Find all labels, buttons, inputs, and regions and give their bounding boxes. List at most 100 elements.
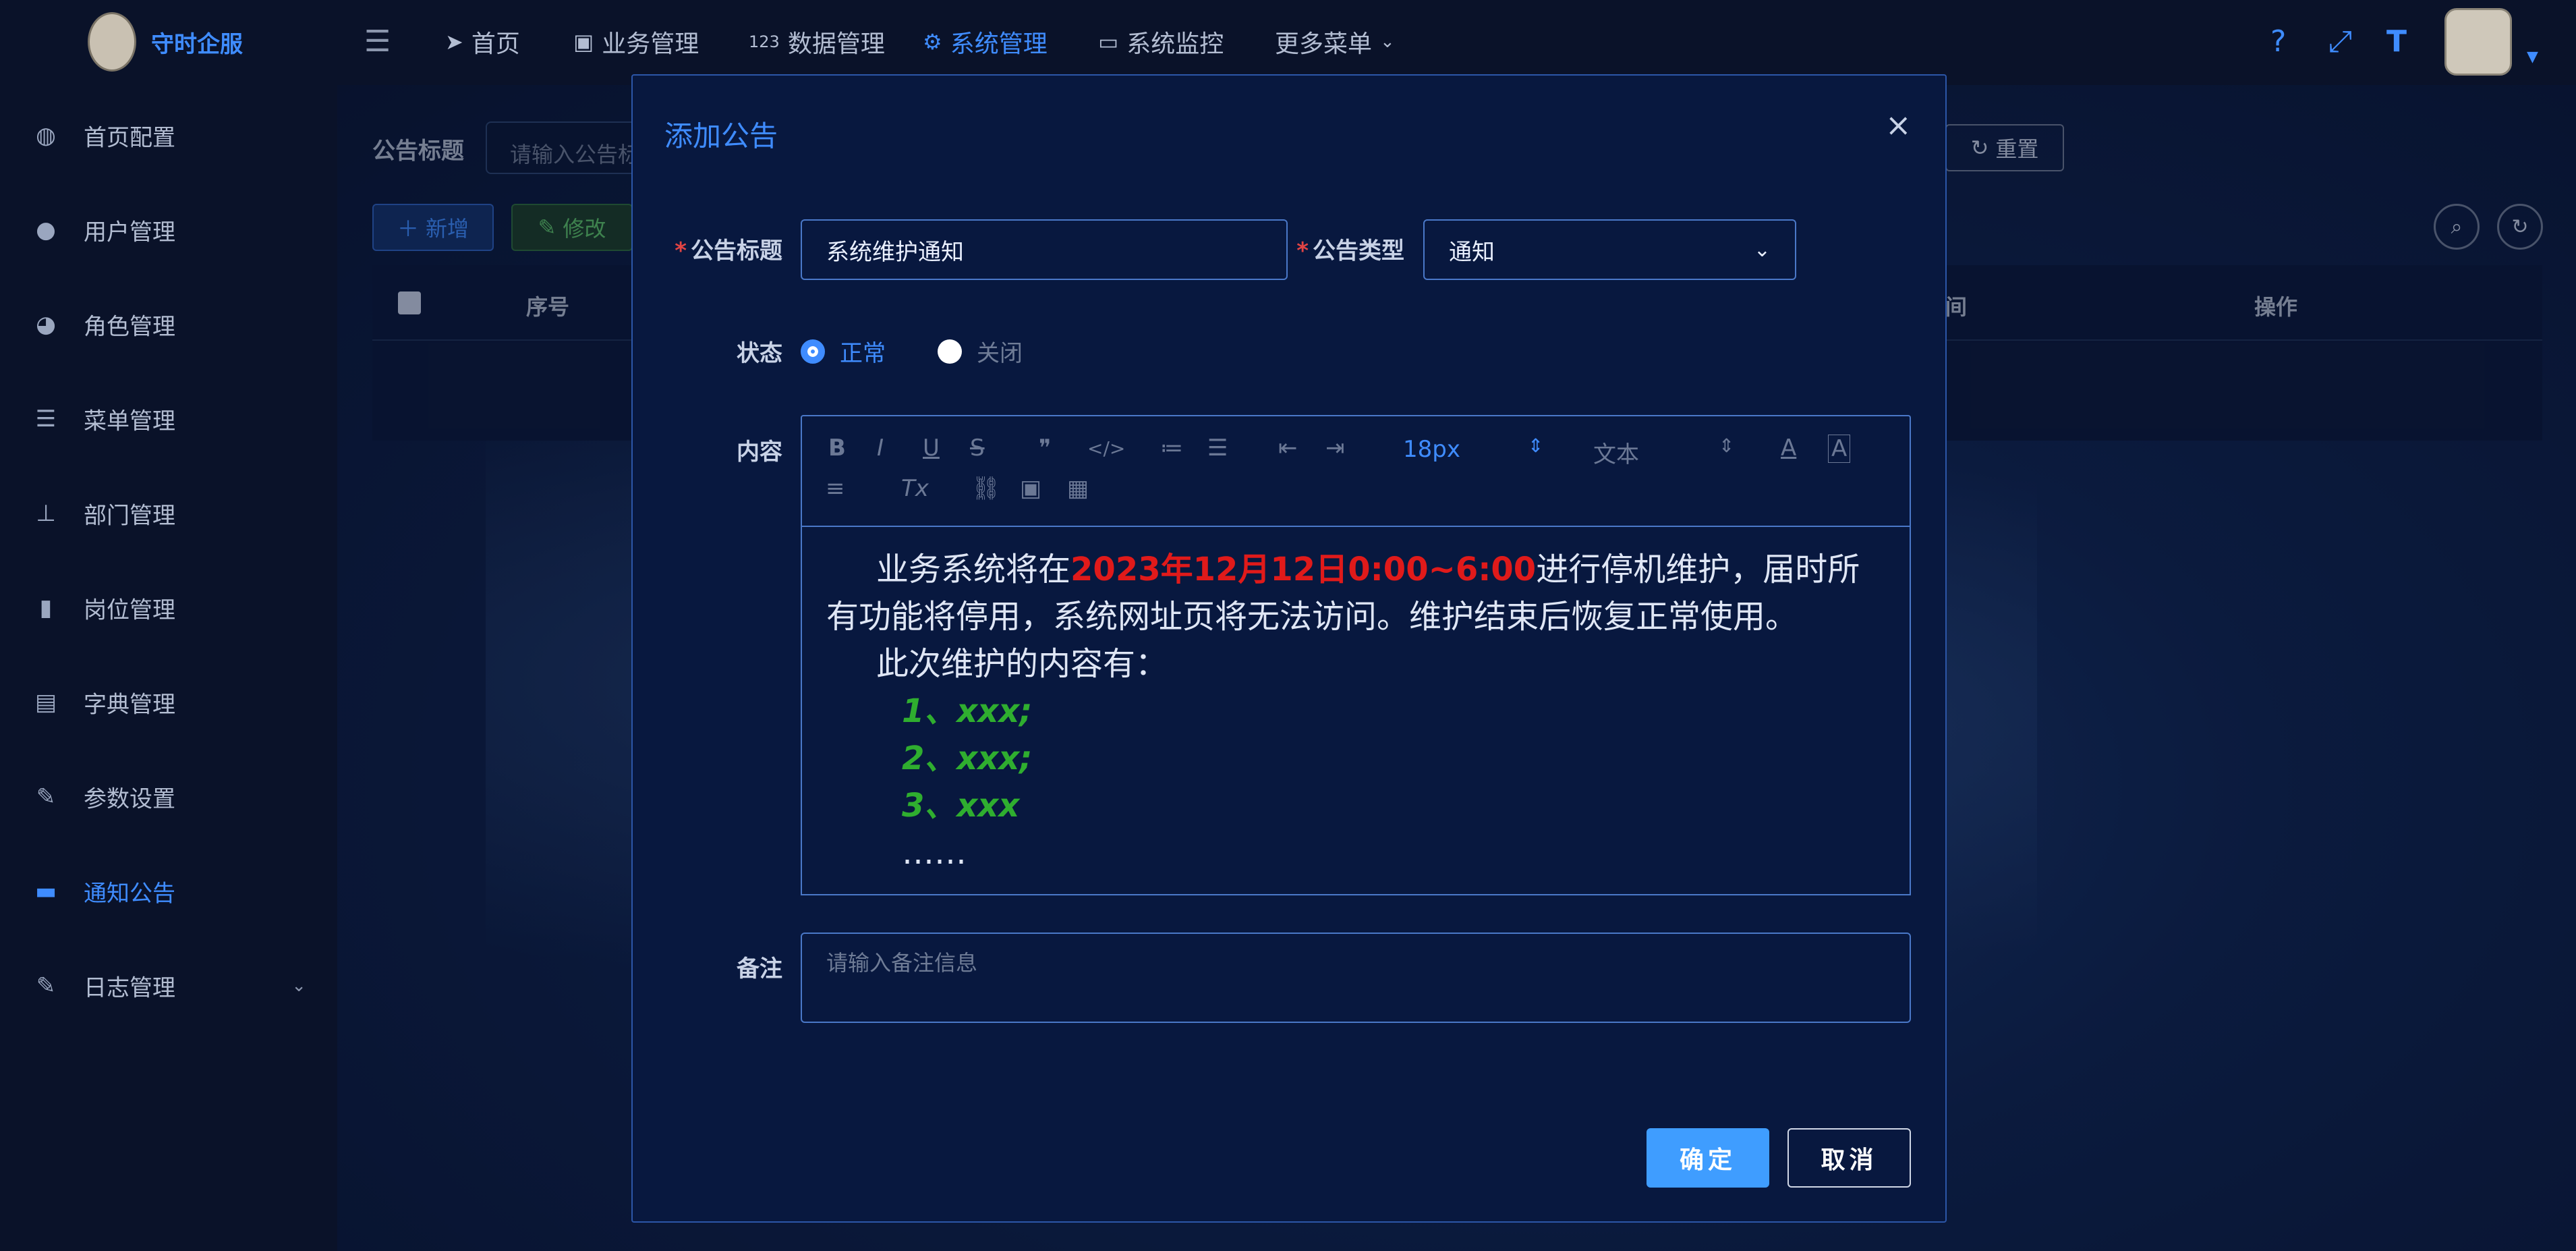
code-icon[interactable]: </> (1087, 437, 1125, 460)
fullscreen-icon[interactable]: ⤢ (2328, 24, 2352, 59)
sidebar-item-label: 通知公告 (84, 880, 175, 908)
nav-label: 系统监控 (1126, 30, 1224, 58)
italic-icon[interactable]: I (877, 435, 884, 462)
underline-icon[interactable]: U (923, 435, 940, 462)
link-icon[interactable]: ⛓ (971, 475, 1000, 502)
maintenance-date: 2023年12月12日0:00~6:00 (1070, 551, 1537, 588)
sidebar-item-notices[interactable]: ▬ 通知公告 (0, 844, 337, 939)
nav-business[interactable]: ▣ 业务管理 (573, 24, 699, 59)
sidebar-item-users[interactable]: ● 用户管理 (0, 183, 337, 277)
video-icon[interactable]: ▦ (1067, 475, 1089, 502)
font-size-icon[interactable]: T (2386, 24, 2407, 59)
gear-icon: ⚙ (923, 29, 942, 55)
sidebar-item-label: 字典管理 (84, 691, 175, 719)
menu-list-icon: ☰ (35, 406, 57, 433)
sidebar-item-label: 参数设置 (84, 785, 175, 813)
dialog-title: 添加公告 (664, 119, 778, 152)
format-select-arrow-icon[interactable]: ⇕ (1719, 435, 1734, 457)
content-editor[interactable]: 业务系统将在2023年12月12日0:00~6:00进行停机维护，届时所有功能将… (801, 526, 1911, 895)
nav-label: 更多菜单 (1275, 30, 1373, 58)
sidebar-item-menus[interactable]: ☰ 菜单管理 (0, 372, 337, 466)
content-label: 内容 (737, 439, 782, 466)
content-paragraph-1: 业务系统将在2023年12月12日0:00~6:00进行停机维护，届时所有功能将… (826, 546, 1885, 640)
background-color-icon[interactable]: A (1828, 435, 1851, 463)
image-icon[interactable]: ▣ (1020, 475, 1041, 502)
content-paragraph-2: 此次维护的内容有： (876, 645, 1168, 683)
help-icon[interactable]: ? (2270, 24, 2286, 59)
remark-label: 备注 (737, 955, 782, 982)
dashboard-icon: ◍ (36, 122, 56, 149)
format-select[interactable]: 文本 (1593, 436, 1639, 469)
nav-system[interactable]: ⚙ 系统管理 (923, 24, 1048, 59)
chevron-down-icon: ⌄ (1753, 238, 1771, 262)
remark-textarea[interactable]: 请输入备注信息 (801, 933, 1911, 1023)
hamburger-icon[interactable]: ☰ (364, 24, 391, 59)
sidebar-item-roles[interactable]: ◕ 角色管理 (0, 277, 337, 372)
strikethrough-icon[interactable]: S (970, 435, 985, 462)
status-radio-normal[interactable]: 正常 (801, 335, 886, 368)
font-size-select[interactable]: 18px (1403, 436, 1460, 463)
avatar[interactable] (2444, 8, 2512, 76)
notice-type-select[interactable]: 通知 ⌄ (1423, 219, 1796, 280)
font-size-select-arrow-icon[interactable]: ⇕ (1528, 435, 1543, 457)
sidebar-item-label: 部门管理 (84, 502, 175, 530)
nav-label: 首页 (471, 30, 520, 58)
sidebar-item-logs[interactable]: ✎ 日志管理 ⌄ (0, 939, 337, 1033)
content-list-item: 2、xxx; (902, 740, 1033, 777)
chevron-down-icon: ⌄ (291, 976, 306, 996)
nav-label: 系统管理 (950, 30, 1048, 58)
send-icon: ➤ (445, 29, 463, 55)
indent-icon[interactable]: ⇥ (1325, 435, 1345, 462)
nav-label: 业务管理 (602, 30, 699, 58)
sidebar: 守时企服 ◍ 首页配置 ● 用户管理 ◕ 角色管理 ☰ 菜单管理 ⊥ 部门管理 … (0, 0, 337, 1251)
sidebar-item-label: 首页配置 (84, 124, 175, 152)
cancel-button[interactable]: 取消 (1787, 1128, 1911, 1188)
dictionary-icon: ▤ (34, 689, 57, 716)
sidebar-item-posts[interactable]: ▮ 岗位管理 (0, 561, 337, 655)
sidebar-item-label: 岗位管理 (84, 596, 175, 624)
monitor-icon: ▭ (1098, 29, 1119, 55)
clear-format-icon[interactable]: Tx (901, 475, 929, 502)
content-ellipsis: …… (902, 834, 967, 872)
nav-data[interactable]: 123 数据管理 (749, 24, 885, 59)
nav-label: 数据管理 (787, 30, 885, 58)
text-color-icon[interactable]: A (1781, 435, 1796, 462)
notice-type-value: 通知 (1449, 238, 1495, 266)
radio-checked-icon (801, 339, 825, 364)
sidebar-item-home-config[interactable]: ◍ 首页配置 (0, 88, 337, 183)
status-radio-closed-label: 关闭 (977, 340, 1023, 367)
doc-edit-icon: ▣ (573, 29, 594, 55)
notice-title-input[interactable]: 系统维护通知 (801, 219, 1288, 280)
close-icon[interactable]: × (1885, 107, 1912, 143)
confirm-button[interactable]: 确定 (1647, 1128, 1769, 1188)
sidebar-item-params[interactable]: ✎ 参数设置 (0, 750, 337, 844)
notice-title-label: * 公告标题 (675, 238, 782, 265)
bullet-list-icon[interactable]: ☰ (1207, 435, 1228, 462)
user-icon: ● (36, 217, 56, 244)
blockquote-icon[interactable]: ❞ (1039, 435, 1051, 462)
nav-monitor[interactable]: ▭ 系统监控 (1098, 24, 1224, 59)
bold-icon[interactable]: B (828, 435, 846, 462)
sidebar-item-label: 角色管理 (84, 313, 175, 341)
radio-unchecked-icon (938, 339, 962, 364)
nav-more[interactable]: 更多菜单 ⌄ (1275, 24, 1395, 59)
caret-down-icon[interactable]: ▼ (2527, 49, 2538, 65)
content-list-item: 1、xxx; (902, 692, 1033, 730)
org-tree-icon: ⊥ (36, 500, 56, 527)
sidebar-item-label: 菜单管理 (84, 408, 175, 435)
align-icon[interactable]: ≡ (826, 475, 845, 502)
ordered-list-icon[interactable]: ≔ (1160, 435, 1183, 462)
message-icon: ▬ (34, 878, 57, 905)
sidebar-item-label: 用户管理 (84, 219, 175, 246)
nav-home[interactable]: ➤ 首页 (445, 24, 520, 59)
post-icon: ▮ (39, 594, 53, 621)
outdent-icon[interactable]: ⇤ (1278, 435, 1298, 462)
sidebar-item-departments[interactable]: ⊥ 部门管理 (0, 466, 337, 561)
content-list-item: 3、xxx (902, 787, 1020, 825)
status-label: 状态 (737, 340, 782, 367)
sidebar-item-dictionary[interactable]: ▤ 字典管理 (0, 655, 337, 750)
editor-toolbar (801, 415, 1911, 526)
status-radio-closed[interactable]: 关闭 (938, 335, 1023, 368)
logo (88, 12, 136, 72)
notice-type-label: * 公告类型 (1296, 238, 1404, 265)
